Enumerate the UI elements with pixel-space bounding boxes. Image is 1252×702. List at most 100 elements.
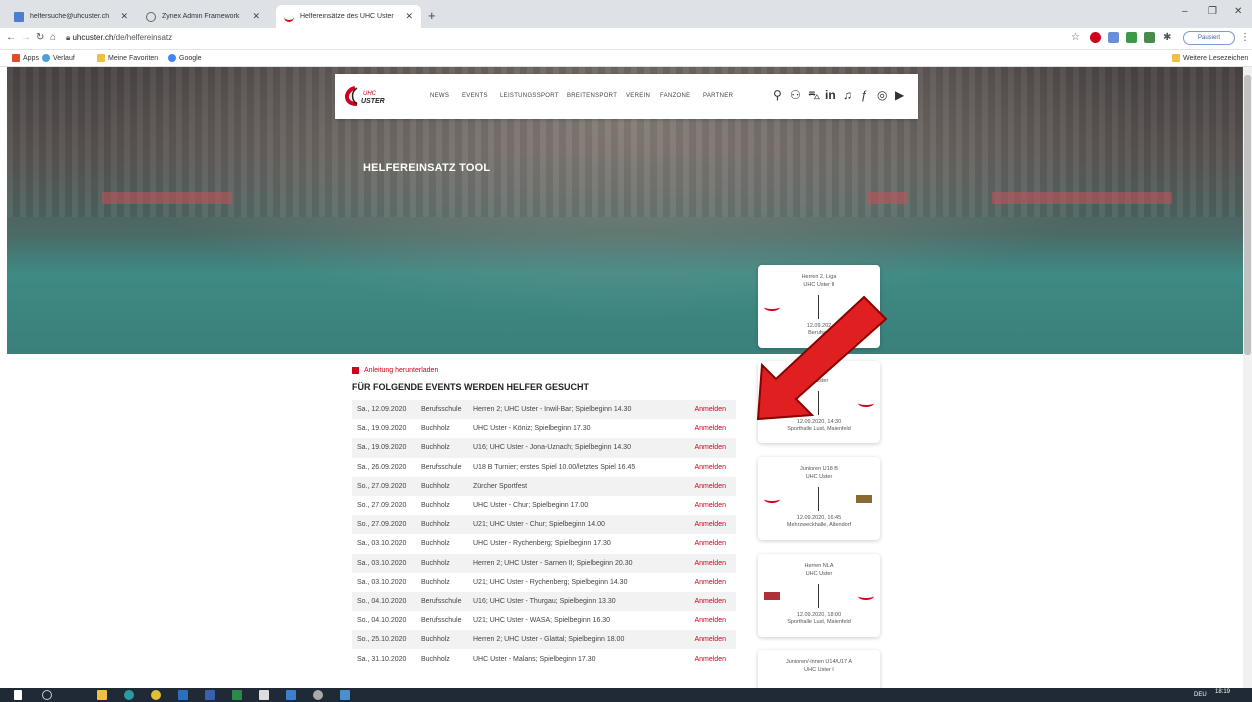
home-team-logo xyxy=(764,592,780,600)
youtube-icon[interactable]: ▶ xyxy=(895,88,904,102)
restore-icon[interactable]: ❐ xyxy=(1208,6,1217,17)
scrollbar-thumb[interactable] xyxy=(1244,75,1251,355)
menu-icon[interactable]: ⋮ xyxy=(1240,32,1250,43)
event-date: Sa., 19.09.2020 xyxy=(357,425,407,433)
twitter-icon[interactable]: ♫ xyxy=(843,88,852,102)
register-link[interactable]: Anmelden xyxy=(678,573,736,592)
match-card[interactable]: Herren NLA UHC Uster 12.09.2020, 18:00 Spo… xyxy=(758,554,880,637)
nav-leistungssport[interactable]: LEISTUNGSSPORT xyxy=(500,93,559,99)
close-icon[interactable]: ✕ xyxy=(252,11,260,22)
nav-breitensport[interactable]: BREITENSPORT xyxy=(567,93,617,99)
register-link[interactable]: Anmelden xyxy=(678,458,736,477)
match-card[interactable]: Junioren/-innen U14/U17 A UHC Uster I xyxy=(758,650,880,688)
app-icon[interactable] xyxy=(313,690,323,700)
register-link[interactable]: Anmelden xyxy=(678,611,736,630)
event-row: Sa., 19.09.2020 Buchholz UHC Uster - Köniz… xyxy=(352,419,736,438)
events-section: Anleitung herunterladen FÜR FOLGENDE EVE… xyxy=(352,367,736,669)
match-card[interactable]: Junioren U18 B UHC Uster 12.09.2020, 16:4… xyxy=(758,457,880,540)
app-icon[interactable] xyxy=(286,690,296,700)
instagram-icon[interactable]: ◎ xyxy=(877,88,887,102)
event-title: U16; UHC Uster - Thurgau; Spielbeginn 13… xyxy=(473,597,616,605)
bookmark-apps[interactable]: Apps xyxy=(12,54,39,62)
word-icon[interactable] xyxy=(205,690,215,700)
hero-ad-band xyxy=(102,192,232,204)
close-icon[interactable]: ✕ xyxy=(120,11,128,22)
uhc-uster-logo[interactable]: UHC USTER xyxy=(341,84,399,108)
extension-icon[interactable] xyxy=(1108,32,1119,43)
event-row: Sa., 19.09.2020 Buchholz U16; UHC Uster - … xyxy=(352,438,736,458)
register-link[interactable]: Anmelden xyxy=(678,649,736,668)
event-title: UHC Uster - Malans; Spielbeginn 17.30 xyxy=(473,655,596,663)
bookmark-history[interactable]: Verlauf xyxy=(42,54,75,62)
download-guide-link[interactable]: Anleitung herunterladen xyxy=(352,367,736,374)
register-link[interactable]: Anmelden xyxy=(678,477,736,496)
minimize-icon[interactable]: – xyxy=(1182,6,1188,17)
register-link[interactable]: Anmelden xyxy=(678,630,736,649)
home-icon[interactable]: ⌂ xyxy=(50,32,56,43)
edge-icon[interactable] xyxy=(124,690,134,700)
user-icon[interactable]: ⚲ xyxy=(773,88,782,102)
event-date: So., 27.09.2020 xyxy=(357,482,407,490)
event-location: Buchholz xyxy=(421,636,450,644)
card-league: Junioren U18 B xyxy=(800,466,838,472)
nav-verein[interactable]: VEREIN xyxy=(626,93,650,99)
register-link[interactable]: Anmelden xyxy=(678,515,736,534)
event-date: So., 27.09.2020 xyxy=(357,502,407,510)
reload-icon[interactable]: ↻ xyxy=(36,32,44,43)
cart-icon[interactable]: ⛍ xyxy=(808,88,820,104)
forward-icon[interactable]: → xyxy=(21,32,31,43)
register-link[interactable]: Anmelden xyxy=(678,400,736,419)
divider xyxy=(818,487,819,511)
start-icon[interactable] xyxy=(14,690,22,700)
card-venue: Sporthalle Lust, Maienfeld xyxy=(787,619,851,625)
nav-partner[interactable]: PARTNER xyxy=(703,93,733,99)
bookmark-favorites[interactable]: Meine Favoriten xyxy=(97,54,158,62)
register-link[interactable]: Anmelden xyxy=(678,592,736,611)
chrome-icon[interactable] xyxy=(151,690,161,700)
tab-helfereinsatz[interactable]: Helfereinsätze des UHC Uster ✕ xyxy=(276,5,421,28)
event-row: Sa., 03.10.2020 Buchholz U21; UHC Uster - … xyxy=(352,573,736,592)
bookmark-google[interactable]: Google xyxy=(168,54,202,62)
outlook-icon[interactable] xyxy=(178,690,188,700)
tab-label: Zynex Admin Framework xyxy=(162,13,240,20)
page-scrollbar[interactable] xyxy=(1243,67,1252,688)
register-link[interactable]: Anmelden xyxy=(678,554,736,573)
puzzle-icon[interactable]: ✱ xyxy=(1163,32,1171,43)
facebook-icon[interactable]: ƒ xyxy=(861,88,868,102)
bookmark-other[interactable]: Weitere Lesezeichen xyxy=(1172,54,1248,62)
users-icon[interactable]: ⚇ xyxy=(790,88,801,102)
event-title: UHC Uster - Chur; Spielbeginn 17.00 xyxy=(473,502,589,510)
nav-fanzone[interactable]: FANZONE xyxy=(660,93,690,99)
excel-icon[interactable] xyxy=(232,690,242,700)
linkedin-icon[interactable]: in xyxy=(825,88,836,102)
register-link[interactable]: Anmelden xyxy=(678,534,736,553)
nav-news[interactable]: NEWS xyxy=(430,93,449,99)
register-link[interactable]: Anmelden xyxy=(678,438,736,457)
explorer-icon[interactable] xyxy=(97,690,107,700)
profile-paused-button[interactable]: Pausiert xyxy=(1183,31,1235,45)
app-icon[interactable] xyxy=(340,690,350,700)
nav-events[interactable]: EVENTS xyxy=(462,93,488,99)
register-link[interactable]: Anmelden xyxy=(678,496,736,515)
opera-extension-icon[interactable] xyxy=(1090,32,1101,43)
tab-mail[interactable]: helfersuche@uhcuster.ch ✕ xyxy=(6,5,136,28)
extension-icon[interactable] xyxy=(1126,32,1137,43)
language-indicator[interactable]: DEU xyxy=(1194,692,1207,698)
clock[interactable]: 18:19 xyxy=(1215,689,1230,695)
search-icon[interactable] xyxy=(42,690,52,700)
new-tab-button[interactable]: + xyxy=(428,8,436,23)
star-icon[interactable]: ☆ xyxy=(1071,32,1080,43)
tab-zynex[interactable]: Zynex Admin Framework ✕ xyxy=(138,5,268,28)
close-window-icon[interactable]: ✕ xyxy=(1234,6,1242,17)
printer-icon[interactable] xyxy=(259,690,269,700)
event-location: Buchholz xyxy=(421,559,450,567)
register-link[interactable]: Anmelden xyxy=(678,419,736,438)
close-icon[interactable]: ✕ xyxy=(405,11,413,22)
event-date: Sa., 03.10.2020 xyxy=(357,540,407,548)
url-field[interactable]: 🔒︎ uhcuster.ch/de/helfereinsatz xyxy=(66,33,172,43)
event-date: So., 04.10.2020 xyxy=(357,617,407,625)
event-location: Buchholz xyxy=(421,655,450,663)
extension-icon[interactable] xyxy=(1144,32,1155,43)
back-icon[interactable]: ← xyxy=(6,32,16,43)
bookmarks-bar: Apps Verlauf Meine Favoriten Google Weit… xyxy=(0,50,1252,67)
